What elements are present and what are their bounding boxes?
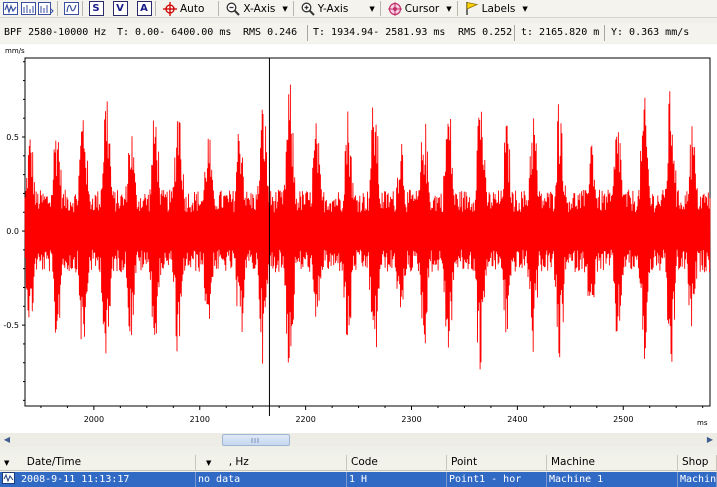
s-icon[interactable]: S [88, 1, 104, 17]
hz-value: no data [198, 474, 241, 485]
y-tick-label: 0.0 [6, 227, 19, 236]
toolbar-separator [218, 1, 220, 16]
toolbar: S V A Auto X-Axis ▼ Y-Axis ▼ Cursor ▼ La… [0, 0, 717, 18]
x-tick-label: 2200 [295, 415, 315, 424]
cell-shop: Machin [678, 472, 717, 487]
waveform-viewer: S V A Auto X-Axis ▼ Y-Axis ▼ Cursor ▼ La… [0, 0, 717, 487]
labels-flag-icon [465, 2, 478, 15]
cursor-range-info: T: 1934.94- 2581.93 ms [313, 27, 446, 38]
column-header-hz[interactable]: ▼ , Hz [196, 455, 347, 471]
x-axis-label: X-Axis [243, 2, 276, 15]
toolbar-separator [379, 1, 381, 16]
auto-button[interactable]: Auto [163, 1, 204, 17]
column-header-datetime[interactable]: ▼ Date/Time [0, 455, 196, 471]
s-icon-text: S [88, 1, 104, 16]
y-axis-label: Y-Axis [317, 2, 349, 15]
zoom-y-icon [301, 2, 315, 16]
x-axis-dropdown-icon[interactable]: ▼ [282, 5, 287, 13]
info-divider [604, 25, 605, 41]
table-row[interactable]: 2008-9-11 11:13:17 no data 1 H Point1 - … [0, 472, 717, 487]
cell-datetime: 2008-9-11 11:13:17 [0, 472, 196, 487]
scroll-left-icon[interactable]: ◀ [0, 433, 14, 447]
column-label: Date/Time [26, 456, 82, 468]
rms-range-info: RMS 0.252 [458, 27, 512, 38]
y-tick-label: 0.5 [6, 133, 19, 142]
x-tick-label: 2300 [401, 415, 421, 424]
datetime-value: 2008-9-11 11:13:17 [21, 474, 130, 485]
horizontal-scrollbar[interactable]: ◀ ▶ [0, 433, 717, 447]
cell-machine: Machine 1 [547, 472, 678, 487]
info-divider [307, 25, 308, 41]
cursor-label: Cursor [404, 2, 440, 15]
cell-code: 1 H [347, 472, 447, 487]
x-axis-button[interactable]: X-Axis ▼ [226, 1, 289, 17]
cursor-time-info: t: 2165.820 m [521, 27, 600, 38]
waveform-icon [2, 472, 15, 484]
column-label: Shop [682, 456, 709, 468]
scroll-right-icon[interactable]: ▶ [703, 433, 717, 447]
labels-button[interactable]: Labels ▼ [465, 1, 530, 17]
time-range-info: T: 0.00- 6400.00 ms [117, 27, 232, 38]
cell-point: Point1 - hor [447, 472, 547, 487]
column-header-machine[interactable]: Machine [547, 455, 678, 471]
toolbar-separator [57, 1, 58, 16]
shop-value: Machin [680, 474, 717, 485]
y-axis-unit: mm/s [5, 47, 25, 55]
column-label: , Hz [228, 456, 249, 468]
column-header-code[interactable]: Code [347, 455, 447, 471]
cursor-value-info: Y: 0.363 mm/s [611, 27, 690, 38]
cursor-dropdown-icon[interactable]: ▼ [446, 5, 451, 13]
a-icon-text: A [136, 1, 152, 16]
orbit-icon[interactable] [63, 1, 79, 17]
y-axis-dropdown-icon[interactable]: ▼ [369, 5, 374, 13]
info-divider [514, 25, 515, 41]
measurements-table: ▼ Date/Time ▼ , Hz Code Point Machine Sh… [0, 455, 717, 487]
y-tick-label: -0.5 [3, 321, 19, 330]
column-label: Code [351, 456, 378, 468]
y-axis-button[interactable]: Y-Axis ▼ [301, 1, 377, 17]
spectrum-icon[interactable] [20, 1, 36, 17]
auto-crosshair-icon [163, 1, 177, 16]
cell-hz: no data [196, 472, 347, 487]
code-value: 1 H [349, 474, 368, 485]
v-icon-text: V [112, 1, 128, 16]
machine-value: Machine 1 [549, 474, 604, 485]
labels-label: Labels [481, 2, 516, 15]
x-tick-label: 2500 [613, 415, 633, 424]
toolbar-separator [292, 1, 294, 16]
toolbar-separator [155, 1, 156, 16]
x-tick-label: 2000 [84, 415, 104, 424]
rms-total-info: RMS 0.246 [243, 27, 298, 38]
cursor-target-icon [387, 1, 402, 16]
column-label: Point [451, 456, 478, 468]
point-value: Point1 - hor [449, 474, 522, 485]
toolbar-separator [456, 1, 458, 16]
waveform-chart[interactable]: mm/s ms 2000 2100 2200 2300 2400 2500 -0.5 0.0 0… [0, 44, 717, 433]
a-icon[interactable]: A [136, 1, 152, 17]
info-bar: BPF 2580-10000 Hz T: 0.00- 6400.00 ms RM… [0, 23, 717, 43]
x-axis-unit: ms [697, 419, 708, 427]
scroll-thumb[interactable] [222, 434, 290, 446]
column-header-point[interactable]: Point [447, 455, 547, 471]
sort-icon[interactable]: ▼ [206, 459, 211, 467]
spectrum-3d-icon[interactable] [38, 1, 54, 17]
waveform-icon[interactable] [2, 1, 18, 17]
cursor-button[interactable]: Cursor ▼ [387, 1, 454, 17]
column-label: Machine [551, 456, 595, 468]
x-tick-label: 2100 [190, 415, 210, 424]
zoom-x-icon [226, 2, 241, 16]
auto-label: Auto [180, 2, 205, 15]
labels-dropdown-icon[interactable]: ▼ [522, 5, 527, 13]
column-header-shop[interactable]: Shop [678, 455, 717, 471]
v-icon[interactable]: V [112, 1, 128, 17]
x-tick-label: 2400 [507, 415, 527, 424]
sort-icon[interactable]: ▼ [4, 459, 9, 467]
filter-info: BPF 2580-10000 Hz [4, 27, 107, 38]
toolbar-separator [82, 1, 83, 16]
